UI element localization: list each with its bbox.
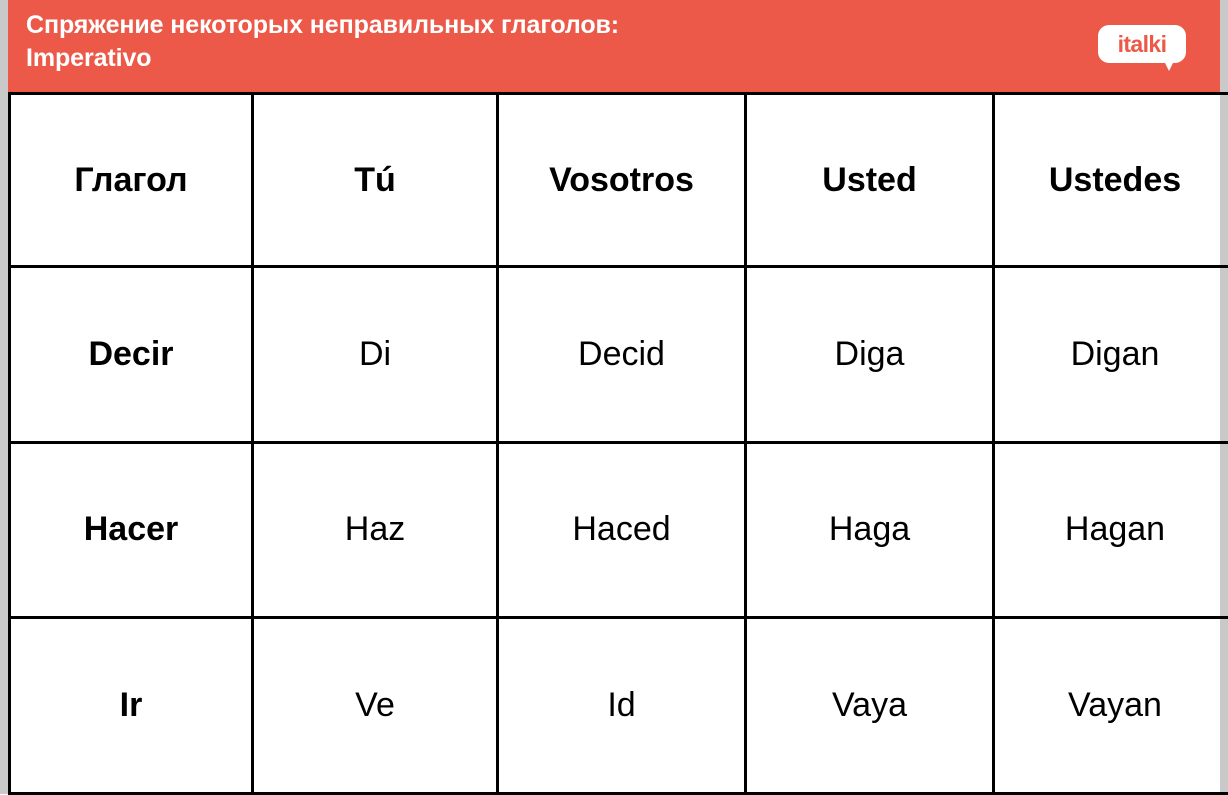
slide-page: Спряжение некоторых неправильных глаголо… — [0, 0, 1228, 794]
table-row: Hacer Haz Haced Haga Hagan — [10, 442, 1228, 618]
italki-logo-text: italki — [1098, 25, 1186, 63]
conjugation-table: Глагол Tú Vosotros Usted Ustedes Decir D… — [8, 92, 1228, 795]
cell-vosotros: Decid — [498, 267, 746, 443]
cell-usted: Vaya — [746, 618, 994, 794]
left-edge-sliver — [0, 0, 8, 794]
column-header-vosotros: Vosotros — [498, 94, 746, 267]
column-header-ustedes: Ustedes — [994, 94, 1228, 267]
cell-vosotros: Id — [498, 618, 746, 794]
column-header-tu: Tú — [253, 94, 498, 267]
cell-verb: Decir — [10, 267, 253, 443]
cell-verb: Ir — [10, 618, 253, 794]
column-header-verb: Глагол — [10, 94, 253, 267]
cell-tu: Haz — [253, 442, 498, 618]
table-row: Ir Ve Id Vaya Vayan — [10, 618, 1228, 794]
page-title: Спряжение некоторых неправильных глаголо… — [26, 9, 1046, 75]
cell-tu: Di — [253, 267, 498, 443]
cell-vosotros: Haced — [498, 442, 746, 618]
cell-ustedes: Hagan — [994, 442, 1228, 618]
italki-logo: italki — [1090, 24, 1186, 72]
table-row: Decir Di Decid Diga Digan — [10, 267, 1228, 443]
cell-tu: Ve — [253, 618, 498, 794]
cell-verb: Hacer — [10, 442, 253, 618]
cell-ustedes: Vayan — [994, 618, 1228, 794]
cell-usted: Diga — [746, 267, 994, 443]
cell-ustedes: Digan — [994, 267, 1228, 443]
header-banner: Спряжение некоторых неправильных глаголо… — [8, 0, 1220, 92]
cell-usted: Haga — [746, 442, 994, 618]
table-header-row: Глагол Tú Vosotros Usted Ustedes — [10, 94, 1228, 267]
column-header-usted: Usted — [746, 94, 994, 267]
